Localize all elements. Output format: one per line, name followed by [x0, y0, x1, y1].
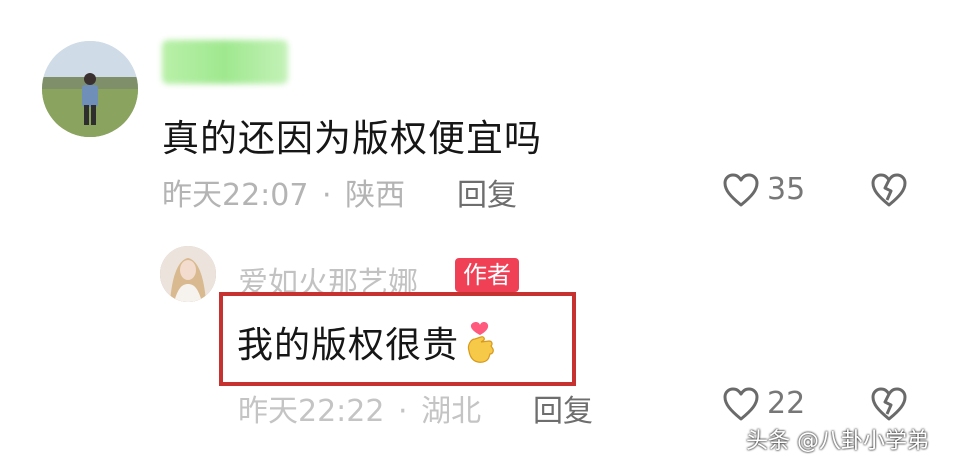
comment-location: 陕西	[345, 178, 406, 213]
reply-time: 昨天22:22	[238, 394, 385, 429]
reply-meta: 昨天22:22 · 湖北	[238, 386, 481, 430]
like-button[interactable]	[722, 172, 760, 208]
reply-like-button[interactable]	[722, 386, 760, 422]
comment-text: 真的还因为版权便宜吗	[162, 117, 542, 160]
reply-like-count: 22	[767, 386, 806, 421]
comment-time: 昨天22:07	[162, 178, 309, 213]
broken-heart-icon	[871, 387, 907, 421]
broken-heart-icon	[871, 173, 907, 207]
author-avatar[interactable]	[160, 246, 216, 302]
comment-meta: 昨天22:07 · 陕西	[162, 170, 405, 214]
reply-reply-button[interactable]: 回复	[533, 386, 593, 430]
reply-text-content: 我的版权很贵	[237, 325, 460, 366]
blurred-username[interactable]	[162, 40, 288, 84]
meta-separator: ·	[398, 394, 408, 429]
comment-reply-button[interactable]: 回复	[457, 170, 517, 214]
reply-text: 我的版权很贵	[237, 316, 497, 374]
heart-outline-icon	[723, 387, 759, 421]
commenter-avatar[interactable]	[42, 41, 138, 137]
reply-dislike-button[interactable]	[870, 386, 908, 422]
dislike-button[interactable]	[870, 172, 908, 208]
meta-separator: ·	[322, 178, 332, 213]
like-count: 35	[767, 172, 806, 207]
reply-location: 湖北	[421, 394, 482, 429]
author-badge: 作者	[455, 258, 519, 292]
heart-outline-icon	[723, 173, 759, 207]
finger-heart-emoji	[463, 321, 497, 374]
watermark: 头条 @八卦小学弟	[746, 429, 929, 454]
